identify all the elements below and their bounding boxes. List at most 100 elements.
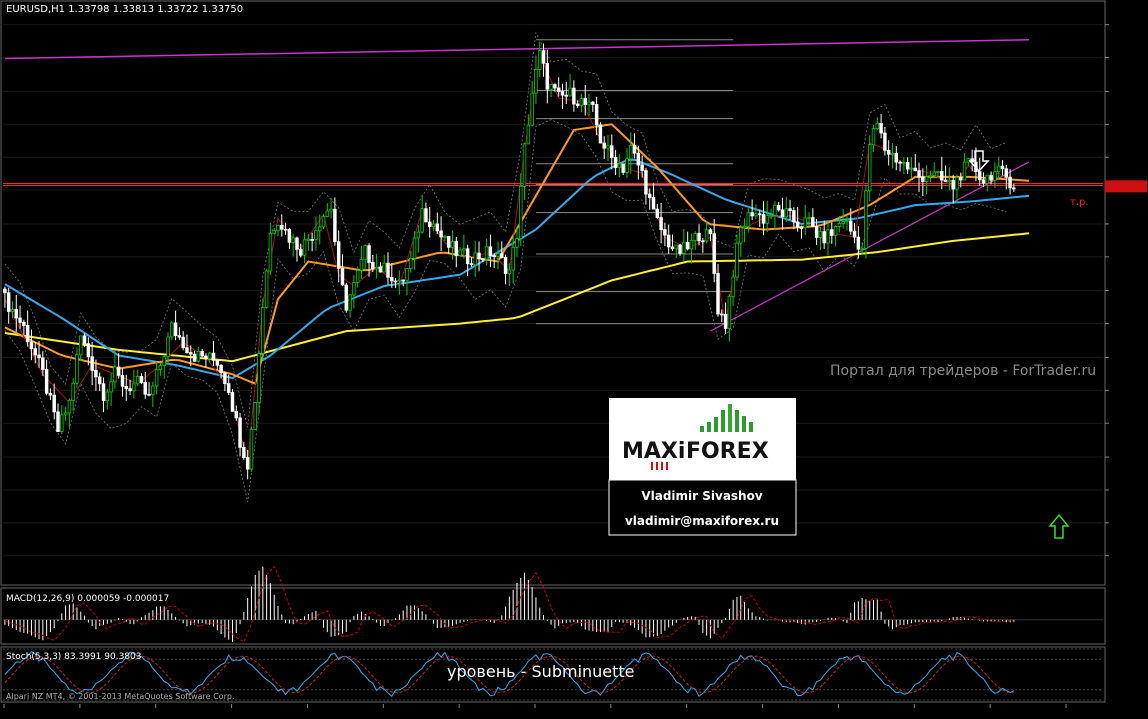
candle-body xyxy=(162,356,166,367)
candle-body xyxy=(253,402,257,430)
candle-body xyxy=(598,124,603,144)
candle-body xyxy=(41,357,45,370)
candle-body xyxy=(75,354,79,384)
candle-body xyxy=(1000,165,1005,170)
candle-body xyxy=(261,306,265,354)
candle-body xyxy=(158,365,163,371)
candle-body xyxy=(484,246,489,260)
candle-body xyxy=(826,229,830,244)
candle-body xyxy=(951,180,955,190)
candle-body xyxy=(708,229,713,235)
candle-body xyxy=(226,383,231,393)
candle-body xyxy=(3,288,7,294)
candle-body xyxy=(207,352,212,360)
level-caption: уровень - Subminuette xyxy=(447,662,635,681)
candle-body xyxy=(776,204,781,211)
candle-body xyxy=(22,321,26,326)
candle-body xyxy=(572,87,576,105)
candle-body xyxy=(606,145,610,149)
candle-body xyxy=(564,94,569,97)
candle-body xyxy=(109,381,113,393)
candle-body xyxy=(10,309,15,312)
candle-body xyxy=(283,228,288,231)
candle-body xyxy=(883,132,887,151)
candle-body xyxy=(371,262,375,270)
candle-body xyxy=(393,280,398,283)
candle-body xyxy=(230,392,235,412)
candle-body xyxy=(132,383,136,392)
candle-body xyxy=(849,220,853,232)
candle-body xyxy=(723,313,728,329)
candle-body xyxy=(644,170,648,195)
candle-body xyxy=(921,176,925,182)
candle-body xyxy=(917,170,921,178)
candle-body xyxy=(594,103,599,126)
candle-body xyxy=(663,229,667,236)
candle-body xyxy=(845,220,849,223)
candle-body xyxy=(500,253,504,258)
candle-body xyxy=(981,179,986,184)
candle-body xyxy=(71,382,75,401)
candle-body xyxy=(462,248,466,251)
logo-bar xyxy=(749,422,753,432)
candle-body xyxy=(632,144,637,154)
candle-body xyxy=(989,174,993,181)
candle-body xyxy=(689,239,694,250)
candle-body xyxy=(97,376,102,385)
candle-body xyxy=(553,84,557,89)
logo-bar xyxy=(714,417,718,432)
candle-body xyxy=(697,233,701,242)
candle-body xyxy=(63,412,68,416)
candle-body xyxy=(871,128,876,146)
candle-body xyxy=(905,162,910,170)
candle-body xyxy=(242,446,246,459)
macd-header: MACD(12,26,9) 0.000059 -0.000017 xyxy=(6,594,169,604)
candle-body xyxy=(367,245,371,263)
candle-body xyxy=(704,229,709,242)
logo-brand-right: FOREX xyxy=(686,439,769,464)
candle-body xyxy=(204,355,208,360)
candle-body xyxy=(742,225,747,229)
candle-body xyxy=(276,224,280,232)
candle-body xyxy=(685,242,690,250)
candle-body xyxy=(795,221,800,228)
candle-body xyxy=(754,213,758,217)
candle-body xyxy=(340,267,345,286)
maxiforex-logo: MAXi FOREX Vladimir Sivashov vladimir@ma… xyxy=(608,398,797,536)
candle-body xyxy=(674,244,679,250)
candle-body xyxy=(295,237,299,250)
candle-body xyxy=(556,87,561,92)
candle-body xyxy=(898,161,902,164)
candle-body xyxy=(568,87,572,97)
candle-body xyxy=(701,240,705,243)
candle-body xyxy=(215,359,220,366)
candle-body xyxy=(113,366,117,383)
candle-body xyxy=(435,223,440,232)
candle-body xyxy=(955,177,959,190)
candle-body xyxy=(693,233,697,241)
candle-body xyxy=(181,336,185,349)
logo-bar xyxy=(735,410,739,432)
candle-body xyxy=(439,230,443,238)
candle-body xyxy=(830,229,834,236)
candle-body xyxy=(166,336,170,358)
candle-body xyxy=(818,231,823,238)
candle-body xyxy=(560,91,565,96)
candle-body xyxy=(875,123,880,129)
candle-body xyxy=(48,392,53,396)
target-label: т.р. xyxy=(1070,197,1089,208)
logo-name: Vladimir Sivashov xyxy=(641,489,763,503)
candle-body xyxy=(993,171,997,181)
candle-body xyxy=(14,309,19,319)
candle-body xyxy=(814,225,819,238)
candle-body xyxy=(864,190,868,249)
candle-body xyxy=(655,208,660,218)
candle-body xyxy=(79,335,83,356)
chart-canvas: EURUSD,H1 1.33798 1.33813 1.33722 1.3375… xyxy=(0,0,1147,708)
candle-body xyxy=(962,161,967,181)
candle-body xyxy=(310,238,314,241)
candle-body xyxy=(534,69,538,94)
candle-body xyxy=(37,354,41,359)
candle-body xyxy=(105,391,110,402)
candle-body xyxy=(1004,168,1009,178)
